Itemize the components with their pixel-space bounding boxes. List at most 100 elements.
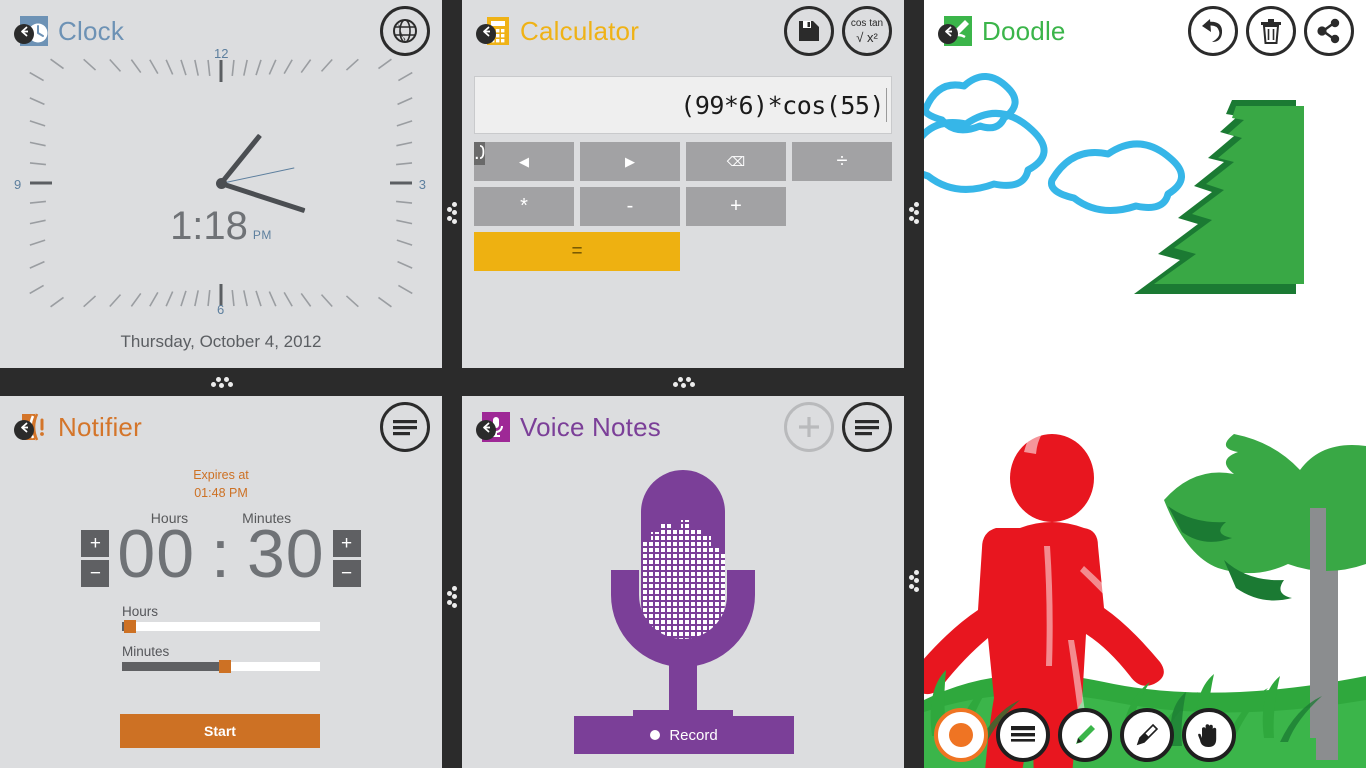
globe-button[interactable] bbox=[380, 6, 430, 56]
text-caret bbox=[886, 88, 887, 122]
doodle-header-buttons bbox=[1188, 6, 1354, 56]
notifier-header-buttons bbox=[380, 402, 430, 452]
hours-stepper: + − bbox=[81, 530, 110, 587]
minutes-slider-label: Minutes bbox=[122, 644, 170, 659]
hamburger-icon bbox=[855, 420, 879, 436]
clock-number-9: 9 bbox=[14, 177, 22, 192]
clock-app-icon bbox=[14, 16, 48, 46]
calculator-display-value: (99*6)*cos(55) bbox=[680, 90, 884, 120]
vertical-divider-right[interactable] bbox=[904, 0, 924, 768]
globe-icon bbox=[393, 19, 417, 43]
minutes-slider-fill bbox=[122, 662, 221, 671]
thickness-tool[interactable] bbox=[996, 708, 1050, 762]
menu-button[interactable] bbox=[380, 402, 430, 452]
clock-date: Thursday, October 4, 2012 bbox=[120, 332, 322, 351]
minutes-increment-button[interactable]: + bbox=[332, 530, 361, 557]
calculator-title: Calculator bbox=[520, 15, 640, 46]
minutes-slider[interactable] bbox=[122, 660, 320, 673]
clock-number-3: 3 bbox=[418, 177, 426, 192]
hours-increment-button[interactable]: + bbox=[81, 530, 110, 557]
hand-icon bbox=[1198, 724, 1217, 747]
minutes-value: 30 bbox=[246, 516, 325, 592]
plus-key[interactable]: + bbox=[686, 187, 786, 226]
minus-key[interactable]: - bbox=[580, 187, 680, 226]
undo-button[interactable] bbox=[1188, 6, 1238, 56]
record-label: Record bbox=[669, 726, 718, 744]
time-setter-row: + − 00 : 30 + − bbox=[0, 508, 442, 588]
voice-notes-panel: Voice Notes Record bbox=[462, 396, 904, 768]
backspace-key[interactable]: ⌫ bbox=[686, 142, 786, 181]
doodle-canvas[interactable] bbox=[924, 0, 1366, 768]
back-button[interactable] bbox=[476, 24, 496, 44]
clock-header-buttons bbox=[380, 6, 430, 56]
scientific-icon: cos tan √ x² bbox=[851, 18, 883, 45]
pan-tool[interactable] bbox=[1182, 708, 1236, 762]
doodle-title: Doodle bbox=[982, 15, 1066, 46]
back-button[interactable] bbox=[14, 420, 34, 440]
start-button[interactable]: Start bbox=[120, 714, 320, 748]
cursor-left-key[interactable]: ◀ bbox=[474, 142, 574, 181]
scientific-button[interactable]: cos tan √ x² bbox=[842, 6, 892, 56]
trash-can-icon bbox=[1261, 19, 1281, 44]
clock-ampm: PM bbox=[252, 228, 272, 242]
plus-icon bbox=[799, 417, 819, 437]
hamburger-icon bbox=[393, 420, 417, 436]
record-dot-icon bbox=[650, 730, 661, 740]
cursor-right-key[interactable]: ▶ bbox=[580, 142, 680, 181]
notifier-app-icon bbox=[14, 412, 48, 442]
record-button[interactable]: Record bbox=[574, 716, 794, 754]
doodle-panel: Doodle bbox=[924, 0, 1366, 768]
voice-notes-header: Voice Notes bbox=[462, 396, 904, 458]
hours-decrement-button[interactable]: − bbox=[81, 560, 110, 587]
voice-notes-header-buttons bbox=[784, 402, 892, 452]
calculator-header-buttons: cos tan √ x² bbox=[784, 6, 892, 56]
vertical-divider-bottom[interactable] bbox=[442, 396, 462, 768]
back-button[interactable] bbox=[938, 24, 958, 44]
clock-panel: Clock 12 3 6 9 1:18 PM Thursday, October… bbox=[0, 0, 442, 368]
svg-text:cos tan: cos tan bbox=[851, 18, 883, 29]
color-tool[interactable] bbox=[934, 708, 988, 762]
hours-slider-thumb[interactable] bbox=[123, 620, 136, 633]
divide-key[interactable]: ÷ bbox=[792, 142, 892, 181]
hours-value: 00 bbox=[117, 516, 196, 592]
clear-button[interactable] bbox=[1246, 6, 1296, 56]
expires-text: Expires at 01:48 PM bbox=[0, 466, 442, 502]
divider-grip[interactable] bbox=[447, 586, 459, 608]
horizontal-divider-right[interactable] bbox=[462, 368, 904, 396]
calculator-app-icon bbox=[476, 16, 510, 46]
eraser-tool[interactable] bbox=[1120, 708, 1174, 762]
vertical-divider-top[interactable] bbox=[442, 0, 462, 396]
minutes-slider-thumb[interactable] bbox=[219, 660, 231, 673]
hours-slider-label: Hours bbox=[122, 604, 159, 619]
save-button[interactable] bbox=[784, 6, 834, 56]
clock-time-text: 1:18 bbox=[170, 204, 248, 248]
calculator-display[interactable]: (99*6)*cos(55) bbox=[474, 76, 892, 134]
expires-time: 01:48 PM bbox=[194, 486, 248, 500]
color-circle-icon bbox=[949, 723, 973, 747]
sliders: Hours Minutes bbox=[122, 604, 320, 684]
back-button[interactable] bbox=[476, 420, 496, 440]
notifier-header: Notifier bbox=[0, 396, 442, 458]
multiply-key[interactable]: * bbox=[474, 187, 574, 226]
decimal-key[interactable]: . bbox=[474, 142, 480, 165]
divider-grip[interactable] bbox=[909, 202, 921, 224]
divider-grip[interactable] bbox=[909, 570, 921, 592]
share-button[interactable] bbox=[1304, 6, 1354, 56]
divider-grip[interactable] bbox=[211, 377, 233, 389]
minutes-decrement-button[interactable]: − bbox=[332, 560, 361, 587]
horizontal-divider-left[interactable] bbox=[0, 368, 442, 396]
pencil-tool[interactable] bbox=[1058, 708, 1112, 762]
divider-grip[interactable] bbox=[673, 377, 695, 389]
equals-key[interactable]: = bbox=[474, 232, 680, 271]
menu-button[interactable] bbox=[842, 402, 892, 452]
back-button[interactable] bbox=[14, 24, 34, 44]
floppy-disk-icon bbox=[799, 21, 819, 41]
divider-grip[interactable] bbox=[447, 202, 459, 224]
calculator-header: Calculator cos tan √ x² bbox=[462, 0, 904, 62]
add-note-button[interactable] bbox=[784, 402, 834, 452]
notifier-panel: Notifier Expires at 01:48 PM Hours Minut… bbox=[0, 396, 442, 768]
calculator-keypad: ◀▶⌫÷789*456-123+0.= bbox=[474, 142, 892, 271]
pencil-icon bbox=[1076, 725, 1095, 744]
hours-slider[interactable] bbox=[122, 620, 320, 633]
clock-number-6: 6 bbox=[217, 302, 225, 317]
